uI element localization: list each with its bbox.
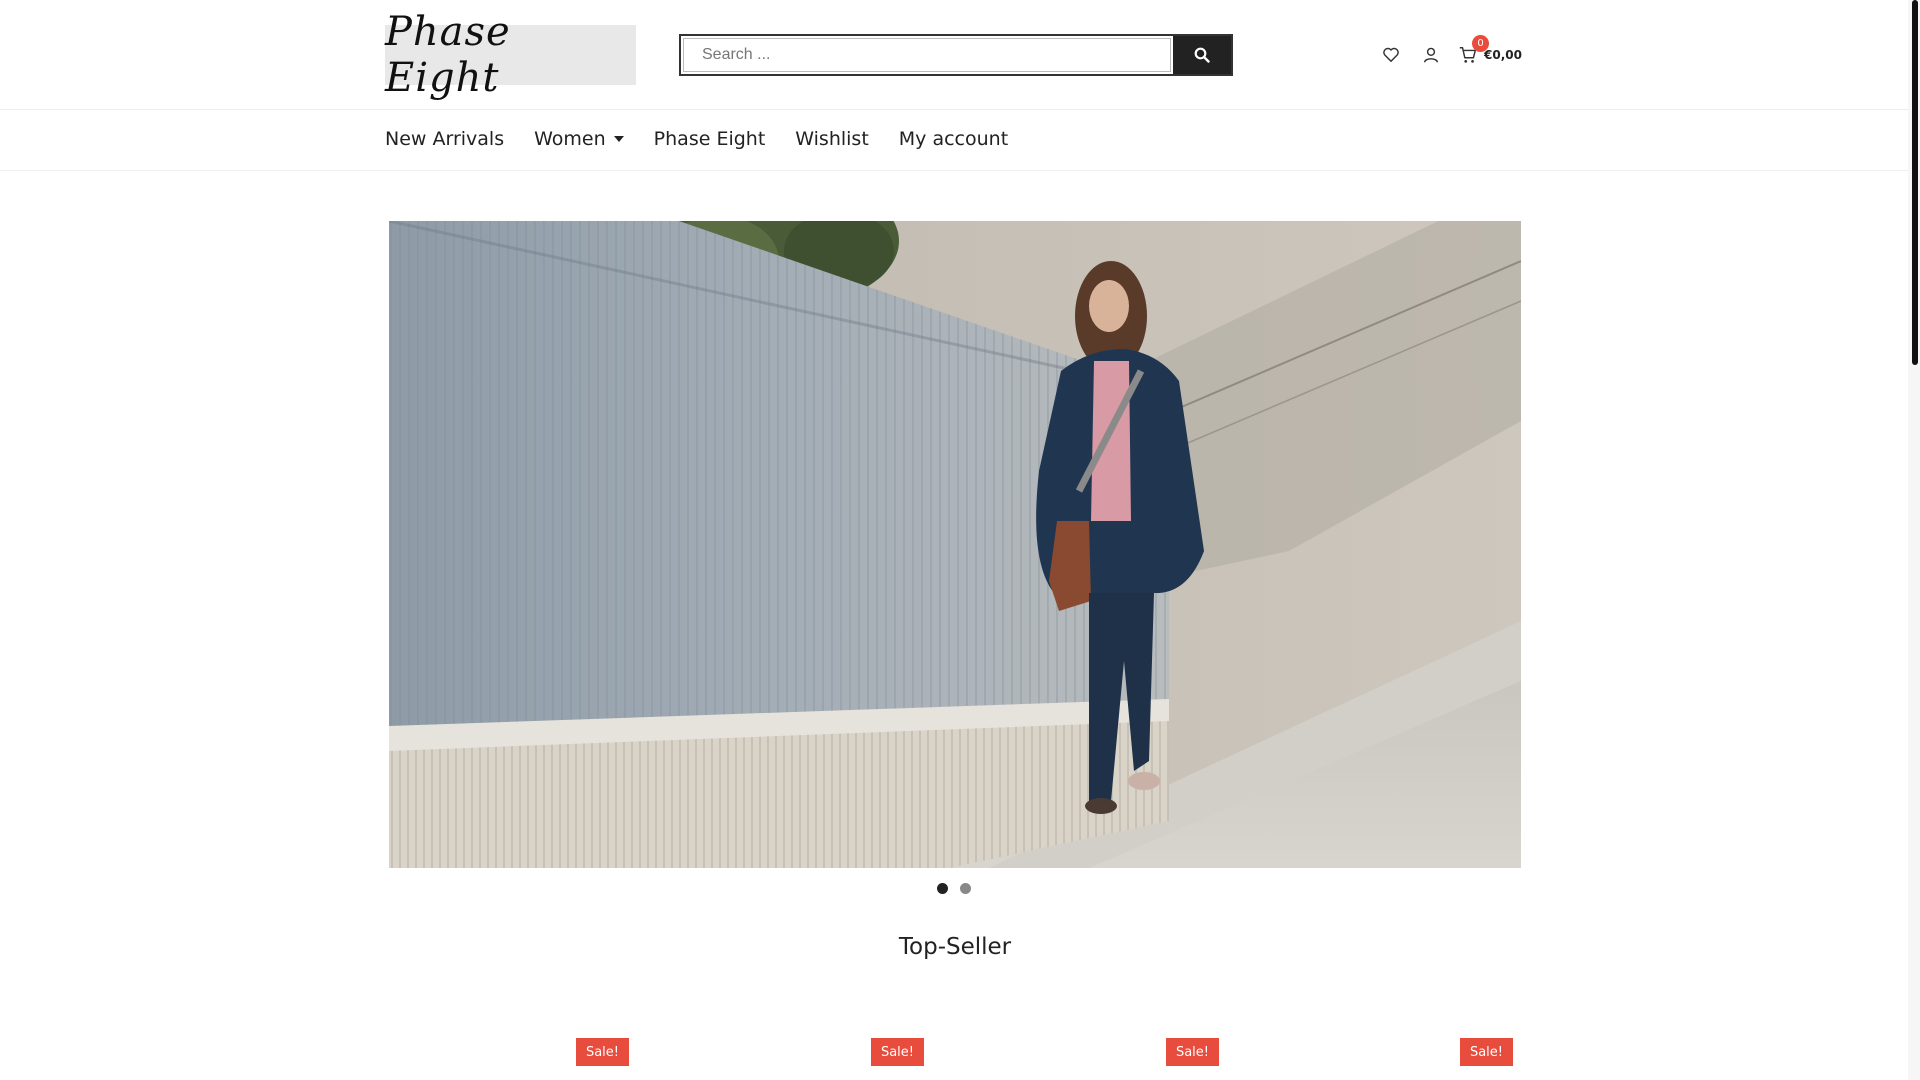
- nav-item-label: Wishlist: [795, 128, 869, 150]
- sale-badge: Sale!: [1166, 1038, 1219, 1066]
- nav-item-women[interactable]: Women: [534, 128, 624, 150]
- logo-text: Phase Eight: [385, 9, 511, 101]
- site-logo[interactable]: Phase Eight: [385, 9, 636, 101]
- account-button[interactable]: [1418, 42, 1444, 68]
- search-icon: [1194, 47, 1210, 63]
- site-header: Phase Eight Search ... 0 €0,00: [0, 0, 1908, 110]
- scrollbar-thumb[interactable]: [1912, 0, 1918, 365]
- caret-down-icon: [613, 136, 624, 142]
- hero-slide-image[interactable]: [389, 221, 1521, 868]
- nav-item-label: New Arrivals: [385, 128, 505, 150]
- nav-item-label: My account: [898, 128, 1009, 150]
- nav-item-phase-eight[interactable]: Phase Eight: [654, 128, 766, 150]
- search-button[interactable]: [1173, 36, 1231, 74]
- sale-badge: Sale!: [576, 1038, 629, 1066]
- hero-photo: [389, 221, 1521, 868]
- nav-item-new-arrivals[interactable]: New Arrivals: [385, 128, 504, 150]
- user-icon: [1423, 47, 1439, 63]
- sale-badge: Sale!: [1460, 1038, 1513, 1066]
- nav-item-label: Women: [534, 128, 606, 150]
- nav-item-label: Phase Eight: [653, 128, 766, 150]
- slider-dot-2[interactable]: [960, 883, 971, 894]
- cart-total: €0,00: [1484, 48, 1522, 62]
- wishlist-button[interactable]: [1378, 42, 1404, 68]
- cart-count-badge: 0: [1472, 35, 1489, 52]
- page-scrollbar[interactable]: [1908, 0, 1920, 1080]
- section-title-top-seller: Top-Seller: [898, 934, 1012, 960]
- main-navigation: New Arrivals Women Phase Eight Wishlist …: [0, 110, 1908, 171]
- nav-item-wishlist[interactable]: Wishlist: [795, 128, 869, 150]
- sale-badge: Sale!: [871, 1038, 924, 1066]
- heart-icon: [1383, 47, 1399, 63]
- header-icons: 0 €0,00: [1378, 35, 1522, 68]
- search-input[interactable]: [683, 38, 1171, 72]
- search-form: [679, 34, 1233, 76]
- slider-dots: [937, 883, 983, 894]
- slider-dot-1[interactable]: [937, 883, 948, 894]
- cart-button[interactable]: 0 €0,00: [1458, 35, 1522, 65]
- nav-item-my-account[interactable]: My account: [899, 128, 1008, 150]
